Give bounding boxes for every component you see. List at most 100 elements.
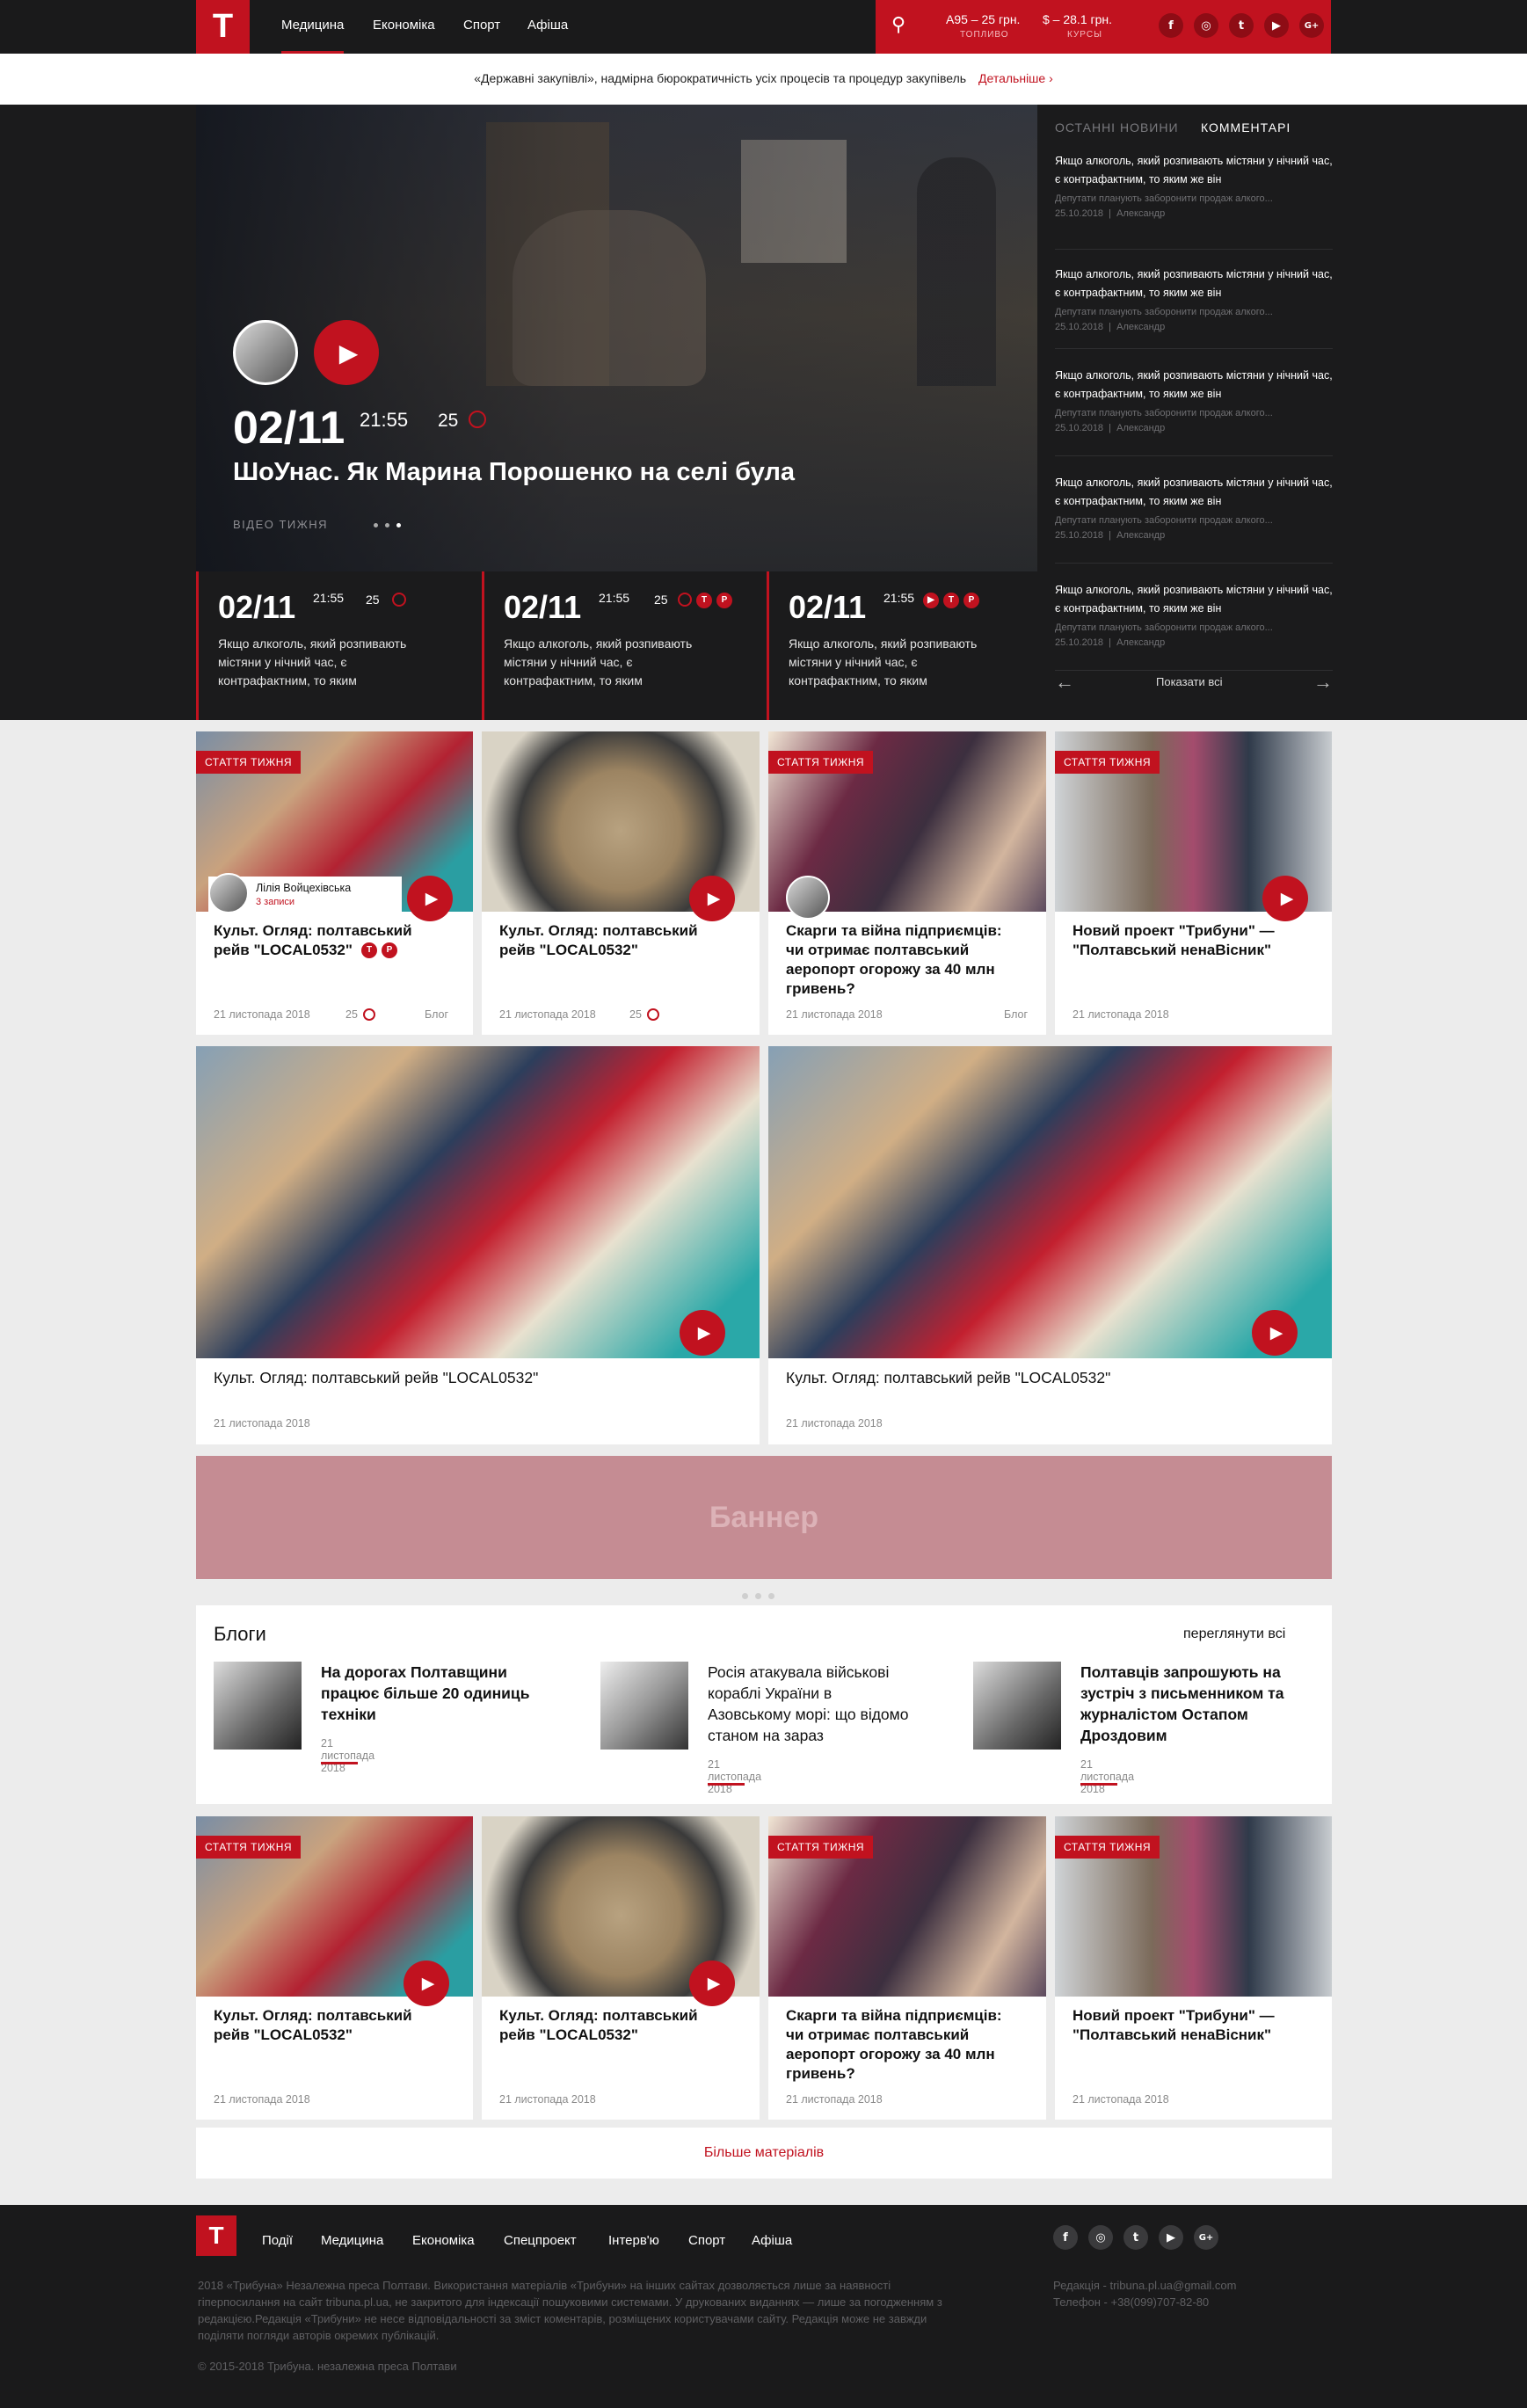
author-chip[interactable]: Лілія Войцехівська 3 записи — [208, 873, 402, 913]
search-icon[interactable]: ⚲ — [891, 14, 905, 36]
blog-title[interactable]: На дорогах Полтавщини працює більше 20 о… — [321, 1662, 532, 1725]
article-card[interactable]: ▶ Культ. Огляд: полтавський рейв "LOCAL0… — [482, 1816, 760, 2120]
twitter-icon[interactable]: t — [1229, 13, 1254, 38]
play-icon[interactable]: ▶ — [1252, 1310, 1298, 1356]
blogs-section: Блоги переглянути всі На дорогах Полтавщ… — [196, 1605, 1332, 1804]
top-bar: T Медицина Економіка Спорт Афіша ⚲ А95 –… — [0, 0, 1527, 54]
blog-author-photo — [214, 1662, 302, 1750]
article-title[interactable]: Культ. Огляд: полтавський рейв "LOCAL053… — [214, 2006, 425, 2045]
comment-icon — [392, 593, 406, 607]
ticker-more-link[interactable]: Детальніше › — [978, 71, 1053, 85]
google-plus-icon[interactable]: G+ — [1299, 13, 1324, 38]
comment-icon — [363, 1008, 375, 1021]
comment-icon — [469, 411, 486, 428]
footer-copyright: © 2015-2018 Трибуна. незалежна преса Пол… — [198, 2360, 457, 2373]
article-title[interactable]: Культ. Огляд: полтавський рейв "LOCAL053… — [214, 1368, 706, 1387]
list-item[interactable]: Якщо алкоголь, який розпивають містяни у… — [1055, 564, 1333, 671]
hero-label: ВІДЕО ТИЖНЯ — [233, 518, 329, 531]
tribuna-badge-icon: T — [696, 593, 712, 608]
mini-date: 02/11 — [504, 589, 582, 625]
play-icon[interactable]: ▶ — [404, 1961, 449, 2006]
list-item[interactable]: Якщо алкоголь, який розпивають містяни у… — [1055, 152, 1333, 250]
footer-logo[interactable]: T — [196, 2215, 236, 2256]
blog-title[interactable]: Полтавців запрошують на зустріч з письме… — [1080, 1662, 1309, 1746]
avatar[interactable] — [233, 320, 298, 385]
nav-item-afisha[interactable]: Афіша — [527, 0, 568, 54]
banner-dots[interactable] — [738, 1588, 778, 1604]
article-card[interactable]: СТАТТЯ ТИЖНЯ Скарги та війна підприємців… — [768, 731, 1046, 1035]
article-title[interactable]: Культ. Огляд: полтавський рейв "LOCAL053… — [499, 921, 710, 960]
play-icon[interactable]: ▶ — [314, 320, 379, 385]
article-image — [196, 1046, 760, 1358]
instagram-icon[interactable]: ◎ — [1194, 13, 1218, 38]
footer-nav-sport[interactable]: Спорт — [688, 2233, 725, 2248]
show-all-link[interactable]: Показати всі — [1156, 675, 1223, 688]
article-card[interactable]: СТАТТЯ ТИЖНЯ Скарги та війна підприємців… — [768, 1816, 1046, 2120]
ad-banner[interactable]: Баннер — [196, 1456, 1332, 1579]
premium-badge-icon: P — [963, 593, 979, 608]
twitter-icon[interactable]: t — [1123, 2225, 1148, 2250]
play-icon[interactable]: ▶ — [680, 1310, 725, 1356]
mini-time: 21:55 — [599, 591, 630, 605]
play-icon[interactable]: ▶ — [1262, 876, 1308, 921]
footer-email[interactable]: Редакція - tribuna.pl.ua@gmail.com — [1053, 2277, 1236, 2294]
article-title[interactable]: Новий проект "Трибуни" — "Полтавський не… — [1073, 2006, 1301, 2045]
article-comments: 25 — [345, 1008, 358, 1021]
instagram-icon[interactable]: ◎ — [1088, 2225, 1113, 2250]
blogs-view-all-link[interactable]: переглянути всі — [1183, 1626, 1285, 1642]
author-name: Лілія Войцехівська — [256, 882, 352, 894]
article-card[interactable]: СТАТТЯ ТИЖНЯ ▶ Культ. Огляд: полтавський… — [196, 1816, 473, 2120]
nav-item-economy[interactable]: Економіка — [373, 0, 435, 54]
footer-nav-medicine[interactable]: Медицина — [321, 2233, 383, 2248]
page: T Медицина Економіка Спорт Афіша ⚲ А95 –… — [0, 0, 1527, 2408]
arrow-right-icon[interactable]: → — [1313, 671, 1333, 694]
footer-nav-economy[interactable]: Економіка — [412, 2233, 475, 2248]
carousel-dots[interactable] — [370, 516, 404, 532]
article-card[interactable]: СТАТТЯ ТИЖНЯ ▶ Новий проект "Трибуни" — … — [1055, 731, 1332, 1035]
arrow-left-icon[interactable]: ← — [1055, 671, 1074, 694]
play-icon[interactable]: ▶ — [689, 876, 735, 921]
youtube-icon[interactable]: ▶ — [1159, 2225, 1183, 2250]
load-more-button[interactable]: Більше матеріалів — [196, 2128, 1332, 2179]
list-item[interactable]: Якщо алкоголь, який розпивають містяни у… — [1055, 250, 1333, 349]
article-title[interactable]: Скарги та війна підприємців: чи отримає … — [786, 2006, 1023, 2084]
list-item[interactable]: Якщо алкоголь, який розпивають містяни у… — [1055, 349, 1333, 456]
list-item[interactable]: 02/11 21:55 25 TP Якщо алкоголь, який ро… — [482, 571, 765, 720]
article-title[interactable]: Скарги та війна підприємців: чи отримає … — [786, 921, 1023, 999]
list-item[interactable]: Якщо алкоголь, який розпивають містяни у… — [1055, 456, 1333, 564]
article-card[interactable]: СТАТТЯ ТИЖНЯ Новий проект "Трибуни" — "П… — [1055, 1816, 1332, 2120]
tab-comments[interactable]: КОММЕНТАРІ — [1201, 120, 1291, 135]
mini-text: Якщо алкоголь, який розпивають містяни у… — [789, 637, 978, 687]
play-icon[interactable]: ▶ — [407, 876, 453, 921]
badge-article-of-week: СТАТТЯ ТИЖНЯ — [1055, 1836, 1160, 1859]
footer-nav-events[interactable]: Події — [262, 2233, 293, 2248]
nav-item-medicine[interactable]: Медицина — [281, 0, 345, 54]
article-card[interactable]: ▶ Культ. Огляд: полтавський рейв "LOCAL0… — [196, 1046, 760, 1444]
list-item[interactable]: 02/11 21:55 25 Якщо алкоголь, який розпи… — [196, 571, 479, 720]
site-logo[interactable]: T — [196, 0, 250, 54]
article-card[interactable]: ▶ Культ. Огляд: полтавський рейв "LOCAL0… — [768, 1046, 1332, 1444]
blog-underline — [708, 1783, 745, 1786]
mini-time: 21:55 — [313, 591, 345, 605]
article-title[interactable]: Культ. Огляд: полтавський рейв "LOCAL053… — [499, 2006, 710, 2045]
footer-nav-special[interactable]: Спецпроект — [504, 2233, 577, 2248]
footer-legal-text: 2018 «Трибуна» Незалежна преса Полтави. … — [198, 2279, 942, 2342]
blog-title[interactable]: Росія атакувала військові кораблі Україн… — [708, 1662, 910, 1746]
article-title[interactable]: Культ. Огляд: полтавський рейв "LOCAL053… — [786, 1368, 1278, 1387]
hero-title[interactable]: ШоУнас. Як Марина Порошенко на селі була — [233, 458, 795, 487]
tab-latest-news[interactable]: ОСТАННІ НОВИНИ — [1055, 120, 1179, 135]
play-icon[interactable]: ▶ — [689, 1961, 735, 2006]
nav-item-sport[interactable]: Спорт — [463, 0, 500, 54]
hero-video[interactable]: ▶ 02/11 21:55 25 ШоУнас. Як Марина Порош… — [196, 105, 1037, 571]
facebook-icon[interactable]: f — [1053, 2225, 1078, 2250]
article-card[interactable]: СТАТТЯ ТИЖНЯ Лілія Войцехівська 3 записи… — [196, 731, 473, 1035]
article-card[interactable]: ▶ Культ. Огляд: полтавський рейв "LOCAL0… — [482, 731, 760, 1035]
list-item[interactable]: 02/11 21:55 ▶ T P Якщо алкоголь, який розп… — [767, 571, 1050, 720]
google-plus-icon[interactable]: G+ — [1194, 2225, 1218, 2250]
youtube-icon[interactable]: ▶ — [1264, 13, 1289, 38]
article-title[interactable]: Новий проект "Трибуни" — "Полтавський не… — [1073, 921, 1301, 960]
facebook-icon[interactable]: f — [1159, 13, 1183, 38]
avatar[interactable] — [786, 876, 830, 920]
footer-nav-afisha[interactable]: Афіша — [752, 2233, 792, 2248]
footer-nav-interview[interactable]: Інтерв'ю — [608, 2233, 659, 2248]
